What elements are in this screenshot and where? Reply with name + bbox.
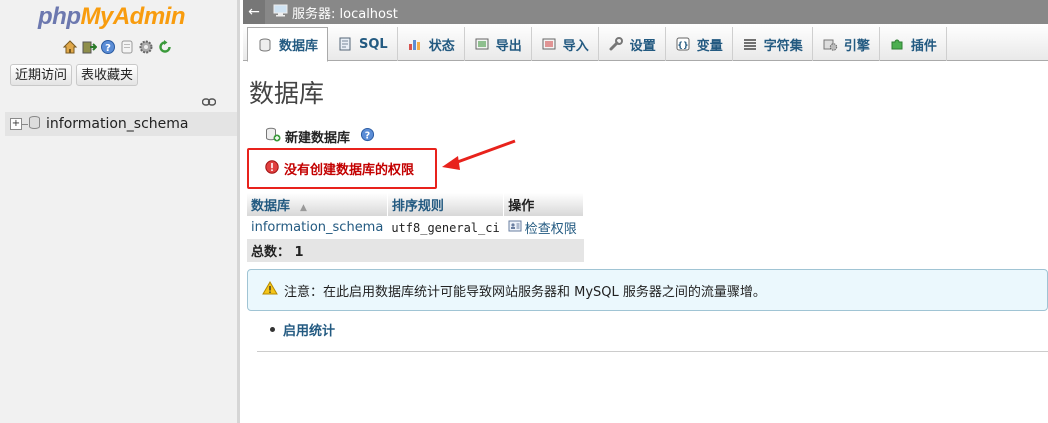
enable-statistics-item: 启用统计	[270, 320, 335, 339]
nav-links: 近期访问 表收藏夹	[10, 64, 139, 86]
main-tab-bar: 数据库 SQL 状态 导出 导入 设置 {} 变量 字符集 引擎 插件	[243, 24, 1048, 62]
bullet	[270, 327, 275, 332]
check-privileges-link[interactable]: 检查权限	[508, 218, 577, 237]
tab-status[interactable]: 状态	[398, 27, 465, 61]
privileges-icon	[508, 220, 522, 236]
recent-tables-button[interactable]: 近期访问	[10, 64, 73, 86]
tab-label[interactable]: 状态	[429, 35, 455, 54]
total-empty-cell	[503, 239, 584, 262]
tree-connector	[22, 123, 28, 125]
breadcrumb-server[interactable]: 服务器: localhost	[273, 3, 398, 22]
variables-icon: {}	[675, 36, 691, 52]
tab-label[interactable]: 设置	[630, 35, 656, 54]
phpmyadmin-logo[interactable]: phpMyAdmin	[38, 3, 185, 31]
page-title: 数据库	[249, 79, 325, 108]
tab-sql[interactable]: SQL	[328, 27, 398, 61]
tab-import[interactable]: 导入	[532, 27, 599, 61]
total-label: 总数：	[251, 245, 291, 260]
tab-charsets[interactable]: 字符集	[733, 27, 813, 61]
svg-text:?: ?	[105, 43, 111, 54]
database-name-cell[interactable]: information_schema	[247, 216, 388, 239]
navigation-panel: phpMyAdmin ? 近期访问 表收藏夹 + information_sch…	[0, 0, 240, 423]
tab-label[interactable]: 导入	[563, 35, 589, 54]
tree-item-information-schema[interactable]: + information_schema	[5, 112, 237, 136]
create-database-section: 新建数据库 ?	[265, 126, 375, 146]
link-with-main-panel-icon[interactable]	[201, 96, 217, 111]
tab-engines[interactable]: 引擎	[813, 27, 880, 61]
tab-label[interactable]: 变量	[697, 35, 723, 54]
notice-text: 注意：在此启用数据库统计可能导致网站服务器和 MySQL 服务器之间的流量骤增。	[284, 284, 766, 300]
table-total-row: 总数： 1	[247, 239, 584, 262]
tab-export[interactable]: 导出	[465, 27, 532, 61]
settings-icon[interactable]	[138, 39, 154, 55]
wrench-icon	[608, 36, 624, 52]
new-database-icon	[265, 126, 281, 146]
table-row: information_schema utf8_general_ci 检查权限	[247, 216, 584, 239]
warning-icon	[262, 281, 278, 299]
tab-plugins[interactable]: 插件	[880, 27, 947, 61]
total-empty-cell	[387, 239, 504, 262]
help-icon[interactable]: ?	[100, 39, 116, 55]
svg-text:?: ?	[365, 130, 370, 141]
sql-icon	[337, 36, 353, 52]
tab-label[interactable]: 插件	[911, 35, 937, 54]
action-cell: 检查权限	[503, 216, 584, 239]
tab-label[interactable]: SQL	[359, 37, 388, 52]
tree-item-label[interactable]: information_schema	[46, 116, 189, 132]
tab-label[interactable]: 导出	[496, 35, 522, 54]
tab-variables[interactable]: {} 变量	[666, 27, 733, 61]
expand-icon[interactable]: +	[10, 118, 22, 130]
plugin-icon	[889, 36, 905, 52]
create-database-label[interactable]: 新建数据库	[285, 127, 350, 146]
docs-icon[interactable]	[119, 39, 135, 55]
table-header-row: 数据库 ▲ 排序规则 操作	[247, 193, 585, 216]
column-header-action: 操作	[503, 193, 585, 216]
svg-text:{}: {}	[677, 41, 688, 50]
charset-icon	[742, 36, 758, 52]
sort-ascending-icon[interactable]: ▲	[300, 203, 307, 213]
tab-label[interactable]: 引擎	[844, 35, 870, 54]
total-cell: 总数： 1	[247, 239, 388, 262]
collation-cell: utf8_general_ci	[387, 216, 504, 239]
check-privileges-label[interactable]: 检查权限	[525, 218, 577, 237]
database-icon	[257, 37, 273, 53]
error-icon	[265, 159, 279, 178]
export-icon	[474, 36, 490, 52]
server-icon	[273, 4, 288, 21]
nav-icon-bar: ?	[62, 39, 173, 55]
enable-statistics-link[interactable]: 启用统计	[283, 320, 335, 339]
total-value: 1	[294, 245, 304, 260]
divider	[257, 351, 1048, 352]
tab-databases[interactable]: 数据库	[247, 27, 329, 62]
database-link[interactable]: information_schema	[251, 220, 383, 235]
column-header-collation[interactable]: 排序规则	[387, 193, 505, 216]
annotation-arrow	[442, 139, 516, 170]
tab-label[interactable]: 字符集	[764, 35, 803, 54]
favorite-tables-button[interactable]: 表收藏夹	[76, 64, 139, 86]
home-icon[interactable]	[62, 39, 78, 55]
tab-settings[interactable]: 设置	[599, 27, 666, 61]
tab-label[interactable]: 数据库	[279, 35, 318, 54]
collapse-nav-button[interactable]: ←	[243, 0, 265, 24]
reload-icon[interactable]	[157, 39, 173, 55]
error-message: 没有创建数据库的权限	[265, 159, 414, 178]
status-icon	[407, 36, 423, 52]
exit-icon[interactable]	[81, 39, 97, 55]
database-icon	[29, 115, 40, 133]
help-icon[interactable]: ?	[360, 127, 375, 146]
notice-message: 注意：在此启用数据库统计可能导致网站服务器和 MySQL 服务器之间的流量骤增。	[247, 269, 1048, 311]
import-icon	[541, 36, 557, 52]
databases-table: 数据库 ▲ 排序规则 操作 information_schema utf8_gen…	[247, 193, 585, 262]
column-header-database[interactable]: 数据库 ▲	[247, 193, 388, 216]
error-text: 没有创建数据库的权限	[284, 163, 415, 178]
server-label[interactable]: 服务器: localhost	[292, 3, 398, 22]
top-breadcrumb-bar: ← 服务器: localhost	[243, 0, 1048, 24]
engine-icon	[822, 36, 838, 52]
